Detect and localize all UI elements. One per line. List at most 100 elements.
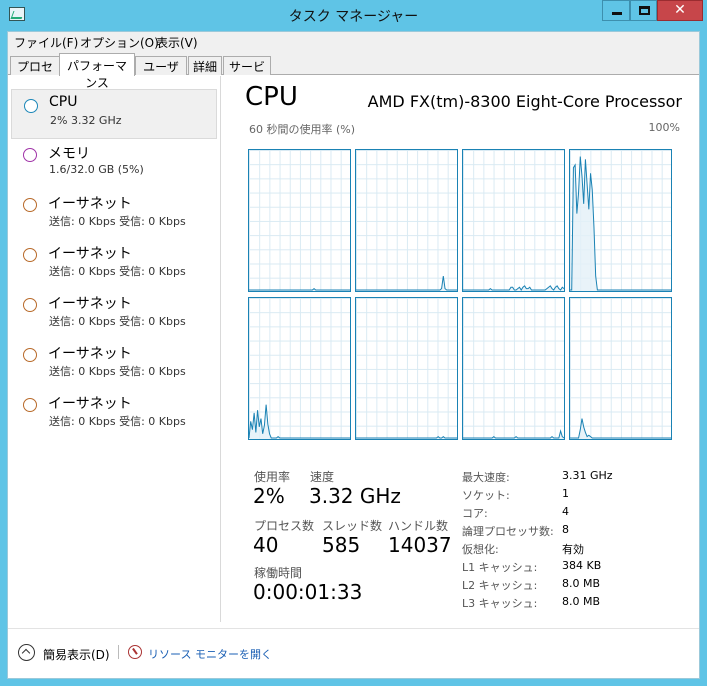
tab-services[interactable]: サービス	[223, 56, 271, 91]
handles-label: ハンドル数	[388, 519, 449, 533]
close-icon: ✕	[674, 2, 686, 18]
sidebar-item-ethernet-2[interactable]: イーサネット 送信: 0 Kbps 受信: 0 Kbps	[11, 239, 217, 289]
menu-options[interactable]: オプション(O)	[80, 34, 159, 51]
core-graph-3	[569, 149, 672, 292]
sidebar-item-title: イーサネット	[48, 396, 132, 412]
fewer-details-button[interactable]: 簡易表示(D)	[43, 646, 110, 663]
sidebar-item-subtitle: 送信: 0 Kbps 受信: 0 Kbps	[49, 215, 186, 228]
virtualization-key: 仮想化:	[462, 543, 499, 556]
sidebar-item-subtitle: 2% 3.32 GHz	[50, 114, 122, 127]
sidebar-item-subtitle: 送信: 0 Kbps 受信: 0 Kbps	[49, 265, 186, 278]
core-graph-0	[248, 149, 351, 292]
logical-processors-key: 論理プロセッサ数:	[462, 525, 554, 538]
l3-cache-value: 8.0 MB	[562, 595, 601, 608]
core-graph-line	[356, 276, 457, 291]
title-bar[interactable]: タスク マネージャー ✕	[0, 0, 707, 31]
speed-value: 3.32 GHz	[309, 484, 401, 508]
cpu-circle-icon	[24, 99, 38, 113]
sidebar-item-title: イーサネット	[48, 246, 132, 262]
sidebar-item-ethernet-4[interactable]: イーサネット 送信: 0 Kbps 受信: 0 Kbps	[11, 339, 217, 389]
core-graph-line	[356, 435, 457, 439]
sidebar-item-cpu[interactable]: CPU 2% 3.32 GHz	[11, 89, 217, 139]
menu-file[interactable]: ファイル(F)	[14, 34, 78, 51]
resource-sidebar: CPU 2% 3.32 GHz メモリ 1.6/32.0 GB (5%) イーサ…	[8, 76, 221, 622]
open-resource-monitor-link[interactable]: リソース モニターを開く	[148, 646, 272, 662]
l3-cache-key: L3 キャッシュ:	[462, 597, 538, 610]
sidebar-item-subtitle: 送信: 0 Kbps 受信: 0 Kbps	[49, 365, 186, 378]
tab-bar: プロセス パフォーマンス ユーザー 詳細 サービス	[8, 53, 699, 91]
processes-value: 40	[253, 533, 279, 557]
sidebar-item-title: メモリ	[48, 146, 90, 162]
tab-performance[interactable]: パフォーマンス	[59, 53, 135, 90]
sidebar-item-ethernet-5[interactable]: イーサネット 送信: 0 Kbps 受信: 0 Kbps	[11, 389, 217, 439]
sidebar-item-subtitle: 1.6/32.0 GB (5%)	[49, 163, 144, 176]
tab-details[interactable]: 詳細	[188, 56, 222, 75]
cores-key: コア:	[462, 507, 488, 520]
sidebar-item-subtitle: 送信: 0 Kbps 受信: 0 Kbps	[49, 315, 186, 328]
sockets-value: 1	[562, 487, 569, 500]
l2-cache-value: 8.0 MB	[562, 577, 601, 590]
maximize-icon	[639, 6, 650, 15]
performance-view: CPU 2% 3.32 GHz メモリ 1.6/32.0 GB (5%) イーサ…	[8, 76, 699, 622]
menu-view[interactable]: 表示(V)	[156, 34, 198, 51]
threads-value: 585	[322, 533, 361, 557]
logical-processors-value: 8	[562, 523, 569, 536]
speed-label: 速度	[310, 470, 335, 484]
client-area: ファイル(F) オプション(O) 表示(V) プロセス パフォーマンス ユーザー…	[7, 31, 700, 679]
sockets-key: ソケット:	[462, 489, 510, 502]
threads-label: スレッド数	[322, 519, 383, 533]
max-speed-value: 3.31 GHz	[562, 469, 613, 482]
l1-cache-value: 384 KB	[562, 559, 602, 572]
core-usage-graphs[interactable]	[248, 149, 674, 441]
ethernet-circle-icon	[23, 298, 37, 312]
sidebar-item-ethernet-1[interactable]: イーサネット 送信: 0 Kbps 受信: 0 Kbps	[11, 189, 217, 239]
ethernet-circle-icon	[23, 348, 37, 362]
core-graph-6	[462, 297, 565, 440]
panel-title: CPU	[245, 82, 298, 112]
max-speed-key: 最大速度:	[462, 471, 510, 484]
footer-divider	[118, 645, 119, 659]
tab-processes[interactable]: プロセス	[10, 56, 60, 91]
graph-caption: 60 秒間の使用率 (%)	[249, 123, 356, 136]
l1-cache-key: L1 キャッシュ:	[462, 561, 538, 574]
virtualization-value: 有効	[562, 543, 584, 556]
close-button[interactable]: ✕	[657, 0, 703, 21]
menu-bar: ファイル(F) オプション(O) 表示(V)	[8, 32, 699, 53]
core-graph-2	[462, 149, 565, 292]
core-graph-line	[249, 287, 350, 291]
footer-bar: 簡易表示(D) リソース モニターを開く	[8, 628, 699, 678]
core-graph-1	[355, 149, 458, 292]
core-graph-line	[463, 429, 564, 439]
sidebar-item-memory[interactable]: メモリ 1.6/32.0 GB (5%)	[11, 139, 217, 189]
ethernet-circle-icon	[23, 248, 37, 262]
minimize-button[interactable]	[602, 0, 630, 21]
graph-max-label: 100%	[648, 121, 680, 134]
sidebar-item-title: イーサネット	[48, 346, 132, 362]
usage-value: 2%	[253, 484, 285, 508]
processes-label: プロセス数	[254, 519, 315, 533]
minimize-icon	[612, 12, 622, 15]
resource-monitor-icon	[128, 645, 142, 659]
processor-model: AMD FX(tm)-8300 Eight-Core Processor	[367, 92, 682, 111]
cpu-detail-panel: CPU AMD FX(tm)-8300 Eight-Core Processor…	[234, 76, 694, 622]
l2-cache-key: L2 キャッシュ:	[462, 579, 538, 592]
core-graph-4	[248, 297, 351, 440]
ethernet-circle-icon	[23, 198, 37, 212]
memory-circle-icon	[23, 148, 37, 162]
cores-value: 4	[562, 505, 569, 518]
sidebar-item-title: CPU	[49, 94, 78, 110]
sidebar-item-ethernet-3[interactable]: イーサネット 送信: 0 Kbps 受信: 0 Kbps	[11, 289, 217, 339]
chevron-up-circle-icon[interactable]	[18, 644, 35, 661]
core-graph-area	[570, 418, 671, 439]
core-graph-7	[569, 297, 672, 440]
uptime-label: 稼働時間	[254, 566, 303, 580]
window-title: タスク マネージャー	[288, 9, 419, 25]
sidebar-item-title: イーサネット	[48, 296, 132, 312]
handles-value: 14037	[388, 533, 452, 557]
uptime-value: 0:00:01:33	[253, 580, 363, 604]
maximize-button[interactable]	[630, 0, 657, 21]
core-graph-5	[355, 297, 458, 440]
sidebar-item-subtitle: 送信: 0 Kbps 受信: 0 Kbps	[49, 415, 186, 428]
sidebar-item-title: イーサネット	[48, 196, 132, 212]
tab-users[interactable]: ユーザー	[135, 56, 187, 91]
